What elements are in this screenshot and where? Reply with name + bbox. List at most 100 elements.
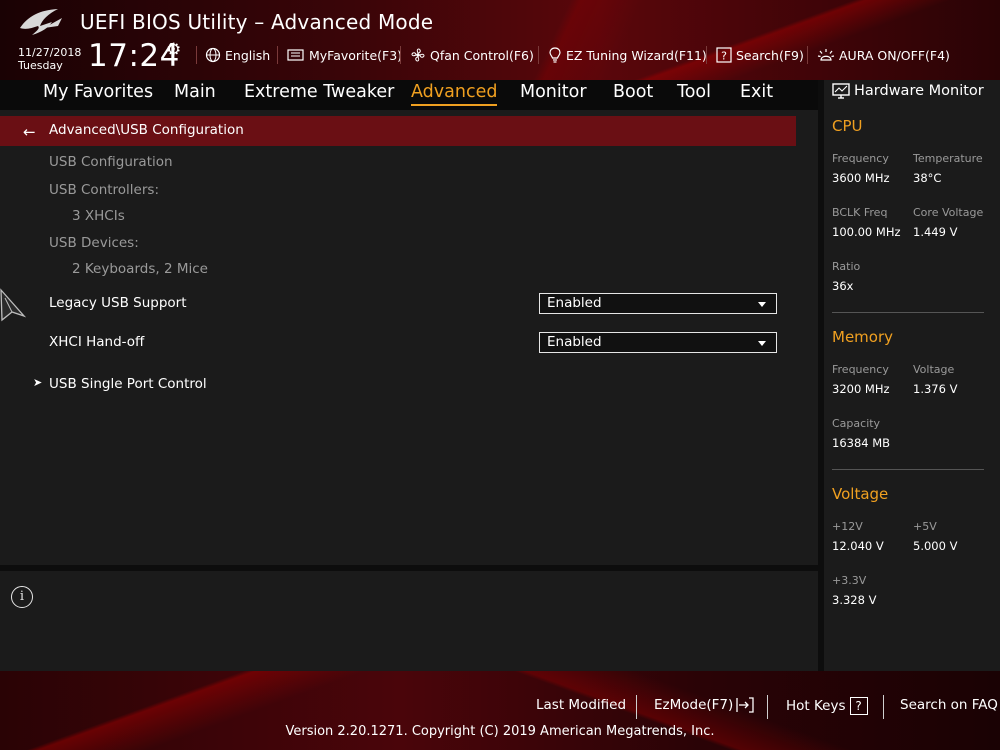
submenu-arrow-icon: ➤ <box>33 376 43 389</box>
cpu-frequency-label: Frequency <box>832 152 889 165</box>
tab-exit[interactable]: Exit <box>740 82 773 104</box>
ez-tuning-wizard-label: EZ Tuning Wizard(F11) <box>566 47 707 63</box>
memory-frequency-value: 3200 MHz <box>832 382 890 396</box>
hot-keys-button[interactable]: Hot Keys ? <box>786 697 868 715</box>
tab-tool[interactable]: Tool <box>677 82 711 104</box>
day-text: Tuesday <box>18 59 63 72</box>
v12-label: +12V <box>832 520 863 533</box>
help-panel: i <box>0 571 818 671</box>
core-voltage-value: 1.449 V <box>913 225 958 239</box>
svg-text:?: ? <box>721 50 727 63</box>
ezmode-label: EzMode(F7) <box>654 697 734 713</box>
tab-monitor[interactable]: Monitor <box>520 82 587 104</box>
bulb-icon <box>548 47 562 63</box>
search-button[interactable]: ? Search(F9) <box>716 45 804 65</box>
section-title: USB Configuration <box>49 154 173 170</box>
mouse-pointer-icon <box>0 288 26 322</box>
xhci-handoff-value: Enabled <box>547 334 602 350</box>
xhci-handoff-label[interactable]: XHCI Hand-off <box>49 334 144 350</box>
rog-logo-icon <box>20 9 62 35</box>
chevron-down-icon <box>758 341 766 346</box>
fan-icon <box>410 47 426 63</box>
qfan-control-button[interactable]: Qfan Control(F6) <box>410 45 534 65</box>
bclk-label: BCLK Freq <box>832 206 888 219</box>
help-key-icon: ? <box>849 697 868 715</box>
xhci-handoff-select[interactable]: Enabled <box>539 332 777 353</box>
language-label: English <box>225 47 271 63</box>
tab-main[interactable]: Main <box>174 82 216 104</box>
hardware-monitor-label: Hardware Monitor <box>854 83 984 99</box>
myfavorite-button[interactable]: MyFavorite(F3) <box>287 45 402 65</box>
usb-single-port-control-item[interactable]: USB Single Port Control <box>49 376 207 392</box>
footer-divider <box>883 695 884 719</box>
breadcrumb: ← Advanced\USB Configuration <box>0 116 796 146</box>
exit-to-ez-icon <box>735 697 755 713</box>
monitor-icon <box>832 83 850 99</box>
date-display: 11/27/2018 Tuesday <box>18 46 81 72</box>
header-divider <box>706 46 707 64</box>
chevron-down-icon <box>758 302 766 307</box>
tab-my-favorites[interactable]: My Favorites <box>43 82 153 104</box>
tab-boot[interactable]: Boot <box>613 82 653 104</box>
back-arrow-icon[interactable]: ← <box>23 123 36 141</box>
info-icon: i <box>11 586 33 608</box>
tab-advanced[interactable]: Advanced <box>411 82 498 106</box>
breadcrumb-path: Advanced\USB Configuration <box>49 122 244 138</box>
memory-section-title: Memory <box>832 328 894 346</box>
memory-frequency-label: Frequency <box>832 363 889 376</box>
memory-voltage-label: Voltage <box>913 363 955 376</box>
legacy-usb-support-select[interactable]: Enabled <box>539 293 777 314</box>
qfan-control-label: Qfan Control(F6) <box>430 47 534 63</box>
aura-label: AURA ON/OFF(F4) <box>839 47 950 63</box>
v33-label: +3.3V <box>832 574 867 587</box>
cpu-temperature-label: Temperature <box>913 152 983 165</box>
section-divider <box>832 469 984 470</box>
cpu-temperature-value: 38°C <box>913 171 942 185</box>
header-divider <box>538 46 539 64</box>
usb-devices-value: 2 Keyboards, 2 Mice <box>72 261 208 277</box>
v33-value: 3.328 V <box>832 593 877 607</box>
cpu-section-title: CPU <box>832 117 863 135</box>
cpu-frequency-value: 3600 MHz <box>832 171 890 185</box>
globe-icon <box>205 47 221 63</box>
ez-tuning-wizard-button[interactable]: EZ Tuning Wizard(F11) <box>548 45 707 65</box>
tab-extreme-tweaker[interactable]: Extreme Tweaker <box>244 82 394 104</box>
hot-keys-label: Hot Keys <box>786 698 846 714</box>
v5-value: 5.000 V <box>913 539 958 553</box>
legacy-usb-support-value: Enabled <box>547 295 602 311</box>
language-button[interactable]: English <box>205 45 270 65</box>
footer-divider <box>636 695 637 719</box>
main-tab-bar: My Favorites Main Extreme Tweaker Advanc… <box>0 80 818 110</box>
hardware-monitor-title: Hardware Monitor <box>832 83 984 99</box>
usb-controllers-value: 3 XHCIs <box>72 208 125 224</box>
search-label: Search(F9) <box>736 47 804 63</box>
ratio-value: 36x <box>832 279 854 293</box>
footer-bar: Last Modified EzMode(F7) Hot Keys ? Sear… <box>0 671 1000 750</box>
section-divider <box>832 312 984 313</box>
last-modified-button[interactable]: Last Modified <box>536 697 626 713</box>
header-divider <box>277 46 278 64</box>
search-icon: ? <box>716 47 732 63</box>
footer-divider <box>767 695 768 719</box>
v12-value: 12.040 V <box>832 539 884 553</box>
memory-capacity-value: 16384 MB <box>832 436 891 450</box>
header-divider <box>196 46 197 64</box>
header-bar: UEFI BIOS Utility – Advanced Mode 11/27/… <box>0 0 1000 80</box>
aura-button[interactable]: AURA ON/OFF(F4) <box>817 45 950 65</box>
usb-devices-label: USB Devices: <box>49 235 139 251</box>
core-voltage-label: Core Voltage <box>913 206 984 219</box>
legacy-usb-support-label[interactable]: Legacy USB Support <box>49 295 187 311</box>
header-divider <box>807 46 808 64</box>
voltage-section-title: Voltage <box>832 485 889 503</box>
favorite-icon <box>287 48 305 62</box>
app-title: UEFI BIOS Utility – Advanced Mode <box>80 10 434 34</box>
aura-icon <box>817 47 835 63</box>
v5-label: +5V <box>913 520 937 533</box>
ezmode-button[interactable]: EzMode(F7) <box>654 697 755 713</box>
gear-icon[interactable]: ⚙ <box>166 40 181 60</box>
search-faq-button[interactable]: Search on FAQ <box>900 697 998 713</box>
version-text: Version 2.20.1271. Copyright (C) 2019 Am… <box>285 724 715 739</box>
hardware-monitor-panel: Hardware Monitor CPU Frequency Temperatu… <box>824 80 1000 671</box>
ratio-label: Ratio <box>832 260 861 273</box>
date-text: 11/27/2018 <box>18 46 82 59</box>
